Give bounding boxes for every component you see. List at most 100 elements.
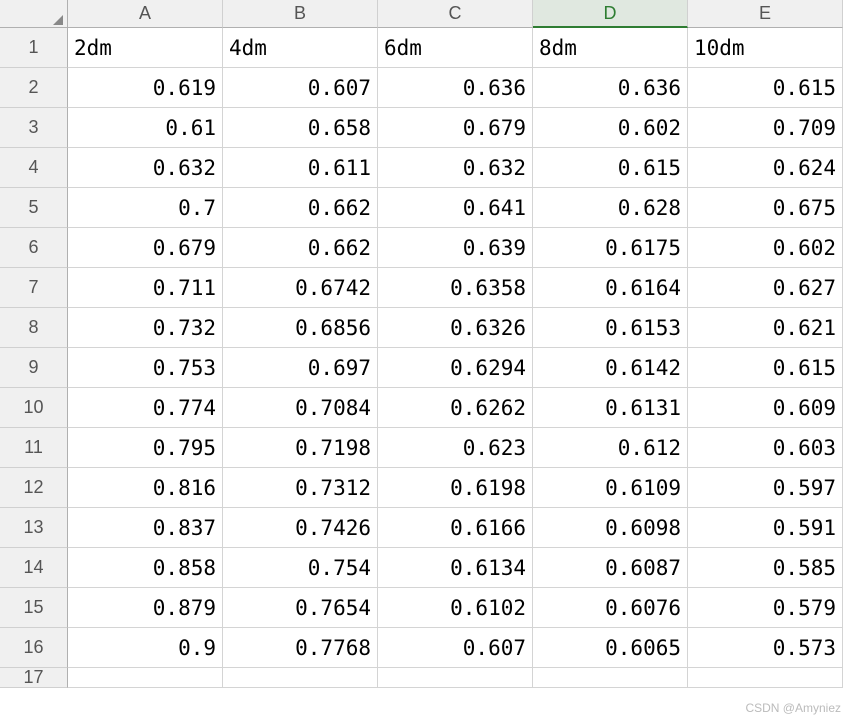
cell-C6[interactable]: 0.639 <box>378 228 533 268</box>
cell-C7[interactable]: 0.6358 <box>378 268 533 308</box>
cell-E2[interactable]: 0.615 <box>688 68 843 108</box>
cell-C1[interactable]: 6dm <box>378 28 533 68</box>
cell-A4[interactable]: 0.632 <box>68 148 223 188</box>
row-header-10[interactable]: 10 <box>0 388 68 428</box>
cell-E11[interactable]: 0.603 <box>688 428 843 468</box>
cell-C2[interactable]: 0.636 <box>378 68 533 108</box>
cell-D1[interactable]: 8dm <box>533 28 688 68</box>
row-header-12[interactable]: 12 <box>0 468 68 508</box>
cell-E5[interactable]: 0.675 <box>688 188 843 228</box>
cell-D13[interactable]: 0.6098 <box>533 508 688 548</box>
row-header-13[interactable]: 13 <box>0 508 68 548</box>
cell-C15[interactable]: 0.6102 <box>378 588 533 628</box>
cell-D17[interactable] <box>533 668 688 688</box>
cell-C4[interactable]: 0.632 <box>378 148 533 188</box>
cell-B7[interactable]: 0.6742 <box>223 268 378 308</box>
cell-B1[interactable]: 4dm <box>223 28 378 68</box>
cell-D14[interactable]: 0.6087 <box>533 548 688 588</box>
cell-A2[interactable]: 0.619 <box>68 68 223 108</box>
cell-E12[interactable]: 0.597 <box>688 468 843 508</box>
cell-A10[interactable]: 0.774 <box>68 388 223 428</box>
cell-D6[interactable]: 0.6175 <box>533 228 688 268</box>
cell-E4[interactable]: 0.624 <box>688 148 843 188</box>
cell-B13[interactable]: 0.7426 <box>223 508 378 548</box>
row-header-5[interactable]: 5 <box>0 188 68 228</box>
cell-E15[interactable]: 0.579 <box>688 588 843 628</box>
cell-E17[interactable] <box>688 668 843 688</box>
cell-A15[interactable]: 0.879 <box>68 588 223 628</box>
row-header-11[interactable]: 11 <box>0 428 68 468</box>
cell-D2[interactable]: 0.636 <box>533 68 688 108</box>
row-header-2[interactable]: 2 <box>0 68 68 108</box>
column-header-B[interactable]: B <box>223 0 378 28</box>
cell-A7[interactable]: 0.711 <box>68 268 223 308</box>
cell-B15[interactable]: 0.7654 <box>223 588 378 628</box>
cell-D12[interactable]: 0.6109 <box>533 468 688 508</box>
row-header-4[interactable]: 4 <box>0 148 68 188</box>
cell-B11[interactable]: 0.7198 <box>223 428 378 468</box>
cell-D7[interactable]: 0.6164 <box>533 268 688 308</box>
select-all-corner[interactable] <box>0 0 68 28</box>
row-header-3[interactable]: 3 <box>0 108 68 148</box>
cell-C9[interactable]: 0.6294 <box>378 348 533 388</box>
cell-B4[interactable]: 0.611 <box>223 148 378 188</box>
row-header-15[interactable]: 15 <box>0 588 68 628</box>
cell-D11[interactable]: 0.612 <box>533 428 688 468</box>
cell-D10[interactable]: 0.6131 <box>533 388 688 428</box>
cell-B9[interactable]: 0.697 <box>223 348 378 388</box>
cell-E9[interactable]: 0.615 <box>688 348 843 388</box>
cell-C5[interactable]: 0.641 <box>378 188 533 228</box>
cell-B6[interactable]: 0.662 <box>223 228 378 268</box>
cell-D3[interactable]: 0.602 <box>533 108 688 148</box>
cell-E16[interactable]: 0.573 <box>688 628 843 668</box>
cell-E1[interactable]: 10dm <box>688 28 843 68</box>
row-header-1[interactable]: 1 <box>0 28 68 68</box>
cell-A6[interactable]: 0.679 <box>68 228 223 268</box>
cell-B8[interactable]: 0.6856 <box>223 308 378 348</box>
cell-A14[interactable]: 0.858 <box>68 548 223 588</box>
cell-E14[interactable]: 0.585 <box>688 548 843 588</box>
column-header-E[interactable]: E <box>688 0 843 28</box>
cell-E7[interactable]: 0.627 <box>688 268 843 308</box>
cell-C17[interactable] <box>378 668 533 688</box>
cell-A12[interactable]: 0.816 <box>68 468 223 508</box>
cell-E6[interactable]: 0.602 <box>688 228 843 268</box>
cell-A1[interactable]: 2dm <box>68 28 223 68</box>
cell-A5[interactable]: 0.7 <box>68 188 223 228</box>
cell-B17[interactable] <box>223 668 378 688</box>
cell-C16[interactable]: 0.607 <box>378 628 533 668</box>
cell-A13[interactable]: 0.837 <box>68 508 223 548</box>
cell-A11[interactable]: 0.795 <box>68 428 223 468</box>
column-header-D[interactable]: D <box>533 0 688 28</box>
cell-B12[interactable]: 0.7312 <box>223 468 378 508</box>
cell-C11[interactable]: 0.623 <box>378 428 533 468</box>
cell-A3[interactable]: 0.61 <box>68 108 223 148</box>
cell-A16[interactable]: 0.9 <box>68 628 223 668</box>
row-header-16[interactable]: 16 <box>0 628 68 668</box>
cell-C3[interactable]: 0.679 <box>378 108 533 148</box>
cell-C8[interactable]: 0.6326 <box>378 308 533 348</box>
cell-C10[interactable]: 0.6262 <box>378 388 533 428</box>
cell-D9[interactable]: 0.6142 <box>533 348 688 388</box>
cell-A9[interactable]: 0.753 <box>68 348 223 388</box>
cell-D5[interactable]: 0.628 <box>533 188 688 228</box>
column-header-C[interactable]: C <box>378 0 533 28</box>
row-header-6[interactable]: 6 <box>0 228 68 268</box>
cell-B2[interactable]: 0.607 <box>223 68 378 108</box>
row-header-7[interactable]: 7 <box>0 268 68 308</box>
cell-A17[interactable] <box>68 668 223 688</box>
cell-E8[interactable]: 0.621 <box>688 308 843 348</box>
cell-E13[interactable]: 0.591 <box>688 508 843 548</box>
cell-B16[interactable]: 0.7768 <box>223 628 378 668</box>
row-header-9[interactable]: 9 <box>0 348 68 388</box>
cell-C12[interactable]: 0.6198 <box>378 468 533 508</box>
cell-A8[interactable]: 0.732 <box>68 308 223 348</box>
cell-B5[interactable]: 0.662 <box>223 188 378 228</box>
column-header-A[interactable]: A <box>68 0 223 28</box>
cell-C13[interactable]: 0.6166 <box>378 508 533 548</box>
row-header-17[interactable]: 17 <box>0 668 68 688</box>
cell-D15[interactable]: 0.6076 <box>533 588 688 628</box>
cell-B14[interactable]: 0.754 <box>223 548 378 588</box>
cell-E3[interactable]: 0.709 <box>688 108 843 148</box>
cell-D4[interactable]: 0.615 <box>533 148 688 188</box>
